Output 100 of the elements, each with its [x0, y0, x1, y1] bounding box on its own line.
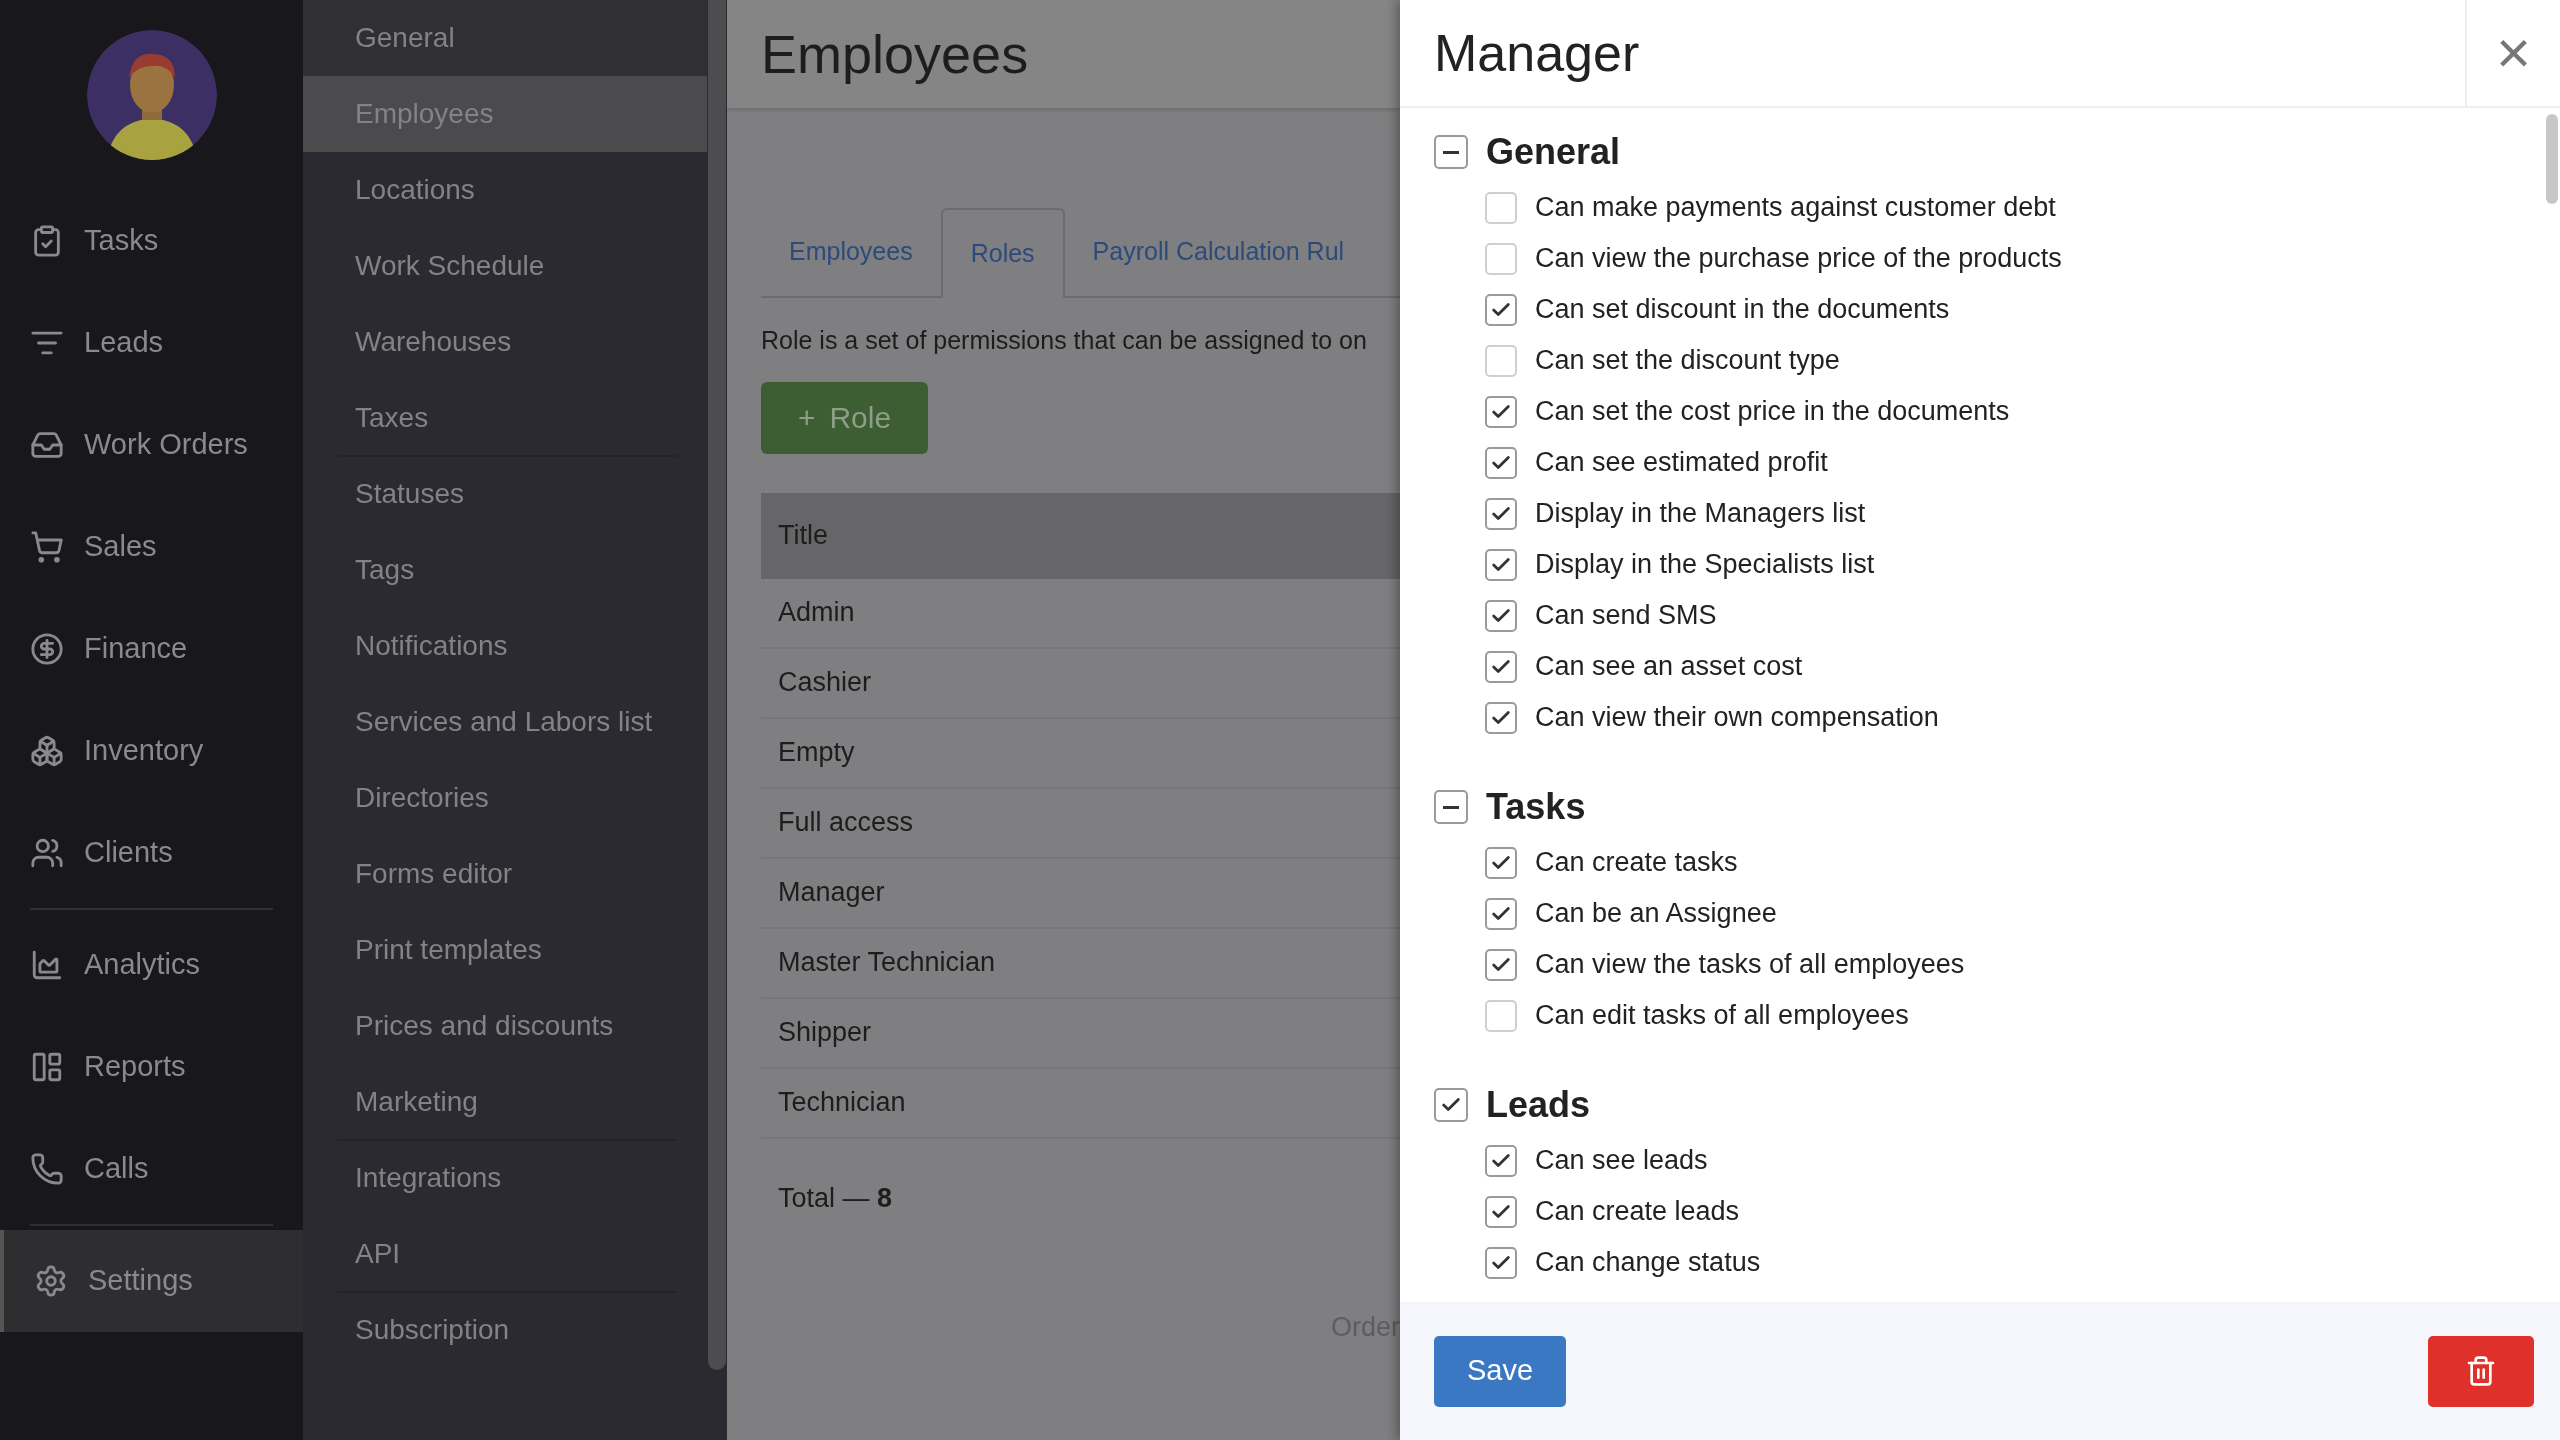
table-cell-text: Admin [778, 596, 855, 630]
checkbox[interactable] [1485, 999, 1517, 1032]
checkbox[interactable] [1485, 1195, 1517, 1228]
settings-menu-item[interactable]: Subscription [303, 1292, 707, 1368]
checkbox[interactable] [1485, 395, 1517, 428]
permission-label: Can make payments against customer debt [1535, 191, 2056, 225]
group-title: Leads [1486, 1083, 1591, 1127]
table-cell-text: Empty [778, 736, 855, 770]
nav-item[interactable]: Work Orders [0, 394, 303, 496]
permission-label: Can set the discount type [1535, 344, 1840, 378]
settings-menu-item[interactable]: Statuses [303, 456, 707, 532]
permission-label: Can set the cost price in the documents [1535, 395, 2010, 429]
nav-item[interactable]: Sales [0, 496, 303, 598]
minus-icon [1443, 805, 1459, 809]
total-count: Total — 8 [778, 1182, 893, 1216]
trash-icon [2465, 1355, 2497, 1387]
permission-label: Can see leads [1535, 1144, 1708, 1178]
group-title: Tasks [1486, 785, 1586, 829]
tab[interactable]: Roles [940, 208, 1065, 298]
nav-item[interactable]: Clients [0, 802, 303, 904]
settings-menu-item[interactable]: Tags [303, 532, 707, 608]
checkbox[interactable] [1485, 599, 1517, 632]
permission-label: Can send SMS [1535, 599, 1717, 633]
table-cell-text: Cashier [778, 666, 872, 700]
settings-menu-item[interactable]: Warehouses [303, 304, 707, 380]
close-button[interactable]: × [2465, 0, 2560, 106]
checkbox[interactable] [1485, 446, 1517, 479]
settings-icon [34, 1264, 68, 1298]
checkbox[interactable] [1485, 293, 1517, 326]
permission-label: Can be an Assignee [1535, 897, 1777, 931]
table-cell-text: Master Technician [778, 946, 996, 980]
checkbox[interactable] [1485, 1144, 1517, 1177]
settings-menu-item[interactable]: Work Schedule [303, 228, 707, 304]
tab[interactable]: Employees [761, 208, 941, 296]
nav-item[interactable]: Reports [0, 1016, 303, 1118]
settings-menu-item[interactable]: API [303, 1216, 707, 1292]
permission-label: Can change status [1535, 1246, 1761, 1280]
delete-button[interactable] [2428, 1335, 2534, 1407]
permission-label: Can see an asset cost [1535, 650, 1803, 684]
checkbox[interactable] [1485, 948, 1517, 981]
permission-label: Display in the Managers list [1535, 497, 1866, 531]
permission-label: Display in the Specialists list [1535, 548, 1875, 582]
checkbox[interactable] [1485, 191, 1517, 224]
permission-label: Can view the tasks of all employees [1535, 948, 1965, 982]
phone-icon [30, 1152, 64, 1186]
settings-menu-item[interactable]: Taxes [303, 380, 707, 456]
permission-label: Can set discount in the documents [1535, 293, 1950, 327]
users-icon [30, 836, 64, 870]
settings-menu-item[interactable]: Marketing [303, 1064, 707, 1140]
settings-menu-item[interactable]: Integrations [303, 1140, 707, 1216]
checkbox[interactable] [1485, 548, 1517, 581]
table-header: Title [761, 492, 1400, 579]
scrollbar-thumb[interactable] [708, 0, 726, 1370]
tab[interactable]: Payroll Calculation Rul [1064, 208, 1373, 296]
checkbox[interactable] [1485, 344, 1517, 377]
settings-menu-item[interactable]: Prices and discounts [303, 988, 707, 1064]
area-chart-icon [30, 948, 64, 982]
checkbox[interactable] [1434, 1088, 1468, 1122]
settings-menu-item[interactable]: Services and Labors list [303, 684, 707, 760]
settings-menu-item[interactable]: Notifications [303, 608, 707, 684]
cart-icon [30, 530, 64, 564]
settings-menu-item[interactable]: Locations [303, 152, 707, 228]
settings-menu-item[interactable]: Print templates [303, 912, 707, 988]
nav-item[interactable]: Leads [0, 292, 303, 394]
settings-menu-item[interactable]: Directories [303, 760, 707, 836]
boxes-icon [30, 734, 64, 768]
permission-label: Can create leads [1535, 1195, 1740, 1229]
checkbox[interactable] [1434, 790, 1468, 824]
checkbox[interactable] [1485, 1246, 1517, 1279]
checkbox[interactable] [1485, 497, 1517, 530]
nav-item[interactable]: Inventory [0, 700, 303, 802]
page-title: Employees [761, 22, 1029, 86]
checkbox[interactable] [1485, 846, 1517, 879]
settings-menu-item[interactable]: General [303, 0, 707, 76]
minus-icon [1443, 150, 1459, 154]
add-role-button[interactable]: + Role [761, 381, 928, 454]
permission-label: Can edit tasks of all employees [1535, 999, 1909, 1033]
permission-label: Can view the purchase price of the products [1535, 242, 2062, 276]
permission-label: Can see estimated profit [1535, 446, 1828, 480]
nav-item[interactable]: Tasks [0, 190, 303, 292]
checkbox[interactable] [1485, 650, 1517, 683]
permission-label: Can view their own compensation [1535, 701, 1939, 735]
checkbox[interactable] [1485, 242, 1517, 275]
scrollbar-thumb[interactable] [2546, 114, 2558, 204]
settings-menu-item[interactable]: Forms editor [303, 836, 707, 912]
nav-item[interactable]: Finance [0, 598, 303, 700]
table-cell-text: Manager [778, 876, 885, 910]
nav-item[interactable]: Settings [0, 1230, 303, 1332]
table-cell-text: Full access [778, 806, 914, 840]
nav-item[interactable]: Calls [0, 1118, 303, 1220]
drawer-title: Manager [1434, 23, 1640, 84]
table-cell-text: Shipper [778, 1016, 872, 1050]
checkbox[interactable] [1485, 701, 1517, 734]
checkbox[interactable] [1434, 135, 1468, 169]
save-button[interactable]: Save [1434, 1335, 1566, 1407]
nav-item[interactable]: Analytics [0, 914, 303, 1016]
roles-description: Role is a set of permissions that can be assigned to on [761, 325, 1368, 356]
checkbox[interactable] [1485, 897, 1517, 930]
group-title: General [1486, 130, 1621, 174]
settings-menu-item[interactable]: Employees [303, 76, 707, 152]
